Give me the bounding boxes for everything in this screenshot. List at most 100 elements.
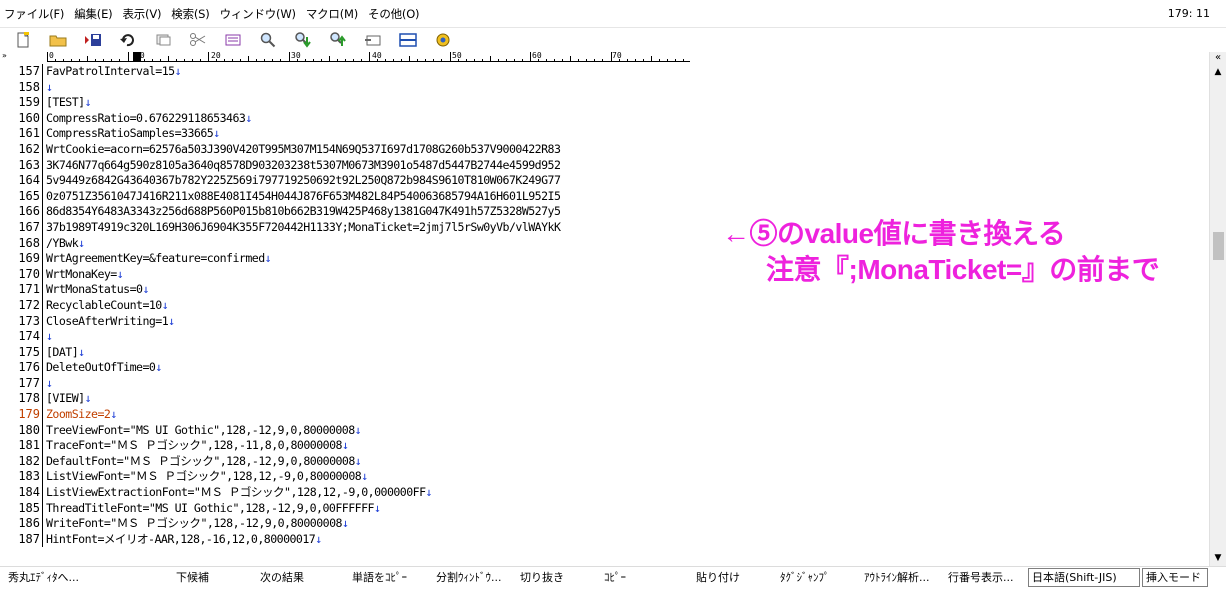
line-text[interactable]: ListViewFont="ＭＳ Ｐゴシック",128,12,-9,0,8000… <box>46 469 368 485</box>
line-text[interactable]: RecyclableCount=10↓ <box>46 298 169 314</box>
line-content[interactable]: CloseAfterWriting=1 <box>46 314 169 328</box>
line-text[interactable]: FavPatrolInterval=15↓ <box>46 64 182 80</box>
line-text[interactable]: ↓ <box>46 80 53 96</box>
line-text[interactable]: ThreadTitleFont="MS UI Gothic",128,-12,9… <box>46 501 381 517</box>
text-line[interactable]: 173 CloseAfterWriting=1↓ <box>0 313 700 330</box>
split-bar-icon[interactable]: « <box>1211 52 1225 66</box>
text-line[interactable]: 185 ThreadTitleFont="MS UI Gothic",128,-1… <box>0 500 700 517</box>
split-window-icon[interactable] <box>397 29 419 51</box>
open-folder-icon[interactable] <box>47 29 69 51</box>
menu-file[interactable]: ファイル(F) <box>0 0 69 28</box>
line-content[interactable]: 37b1989T4919c320L169H306J6904K355F720442… <box>46 220 561 234</box>
text-line[interactable]: 160 CompressRatio=0.676229118653463↓ <box>0 110 700 127</box>
text-line[interactable]: 172 RecyclableCount=10↓ <box>0 297 700 314</box>
line-content[interactable]: 86d8354Y6483A3343z256d688P560P015b810b66… <box>46 204 561 218</box>
line-content[interactable]: DeleteOutOfTime=0 <box>46 360 156 374</box>
text-line[interactable]: 168/YBwk↓ <box>0 235 700 252</box>
line-text[interactable]: ↓ <box>46 376 53 392</box>
line-text[interactable]: ZoomSize=2↓ <box>46 407 117 423</box>
text-line[interactable]: 169 WrtAgreementKey=&feature=confirmed↓ <box>0 251 700 267</box>
menu-edit[interactable]: 編集(E) <box>69 0 117 28</box>
menu-view[interactable]: 表示(V) <box>117 0 166 28</box>
line-text[interactable]: [VIEW]↓ <box>46 391 92 407</box>
line-content[interactable]: 3K746N77q664g590z8105a3640q8578D90320323… <box>46 158 561 172</box>
search-prev-icon[interactable] <box>327 29 349 51</box>
text-line[interactable]: 166 86d8354Y6483A3343z256d688P560P015b810… <box>0 204 700 220</box>
text-line[interactable]: 175 [DAT]↓ <box>0 344 700 361</box>
text-lines[interactable]: 157 FavPatrolInterval=15↓ 158 ↓ 159 [TEST]↓ 16… <box>0 64 700 548</box>
text-line[interactable]: 170 WrtMonaKey=↓ <box>0 266 700 283</box>
line-text[interactable]: CloseAfterWriting=1↓ <box>46 314 175 330</box>
line-content[interactable]: TreeViewFont="MS UI Gothic",128,-12,9,0,… <box>46 423 355 437</box>
text-line[interactable]: 181 TraceFont="ＭＳ Ｐゴシック",128,-11,8,0,8000… <box>0 438 700 454</box>
text-line[interactable]: 180 TreeViewFont="MS UI Gothic",128,-12,9… <box>0 422 700 439</box>
status-encoding[interactable]: 日本語(Shift-JIS) <box>1028 568 1140 587</box>
text-line[interactable]: 162 WrtCookie=acorn=62576a503J390V420T995… <box>0 141 700 158</box>
line-text[interactable]: TreeViewFont="MS UI Gothic",128,-12,9,0,… <box>46 423 362 439</box>
scroll-down-icon[interactable]: ▼ <box>1212 552 1224 564</box>
line-text[interactable]: 3K746N77q664g590z8105a3640q8578D90320323… <box>46 158 561 174</box>
line-text[interactable]: /YBwk↓ <box>46 236 85 252</box>
text-line[interactable]: 177 ↓ <box>0 375 700 392</box>
line-text[interactable]: WrtCookie=acorn=62576a503J390V420T995M30… <box>46 142 561 158</box>
line-content[interactable]: CompressRatioSamples=33665 <box>46 126 214 140</box>
search-icon[interactable] <box>257 29 279 51</box>
text-line[interactable]: 171 WrtMonaStatus=0↓ <box>0 282 700 298</box>
status-next-candidate[interactable]: 下候補 <box>176 567 209 589</box>
status-outline[interactable]: ｱｳﾄﾗｲﾝ解析... <box>864 567 930 589</box>
menu-other[interactable]: その他(O) <box>363 0 424 28</box>
paste-icon[interactable] <box>222 29 244 51</box>
text-line[interactable]: 179 ZoomSize=2↓ <box>0 407 700 423</box>
text-line[interactable]: 163 3K746N77q664g590z8105a3640q8578D90320… <box>0 157 700 174</box>
status-hidemaru-editor[interactable]: 秀丸ｴﾃﾞｨﾀへ... <box>8 567 79 589</box>
line-content[interactable]: DefaultFont="ＭＳ Ｐゴシック",128,-12,9,0,80000… <box>46 454 355 468</box>
line-content[interactable]: WrtCookie=acorn=62576a503J390V420T995M30… <box>46 142 561 156</box>
text-line[interactable]: 161 CompressRatioSamples=33665↓ <box>0 126 700 142</box>
scrollbar-thumb[interactable] <box>1213 232 1224 260</box>
scroll-up-icon[interactable]: ▲ <box>1212 66 1224 78</box>
line-text[interactable]: WrtMonaStatus=0↓ <box>46 282 149 298</box>
line-text[interactable]: 5v9449z6842G43640367b782Y225Z569i7977192… <box>46 173 561 189</box>
line-content[interactable]: RecyclableCount=10 <box>46 298 162 312</box>
line-text[interactable]: [DAT]↓ <box>46 345 85 361</box>
line-text[interactable]: TraceFont="ＭＳ Ｐゴシック",128,-11,8,0,8000000… <box>46 438 349 454</box>
copy-icon[interactable] <box>152 29 174 51</box>
tag-jump-icon[interactable] <box>362 29 384 51</box>
text-line[interactable]: 187 HintFont=メイリオ-AAR,128,-16,12,0,800000… <box>0 531 700 548</box>
status-copy-word[interactable]: 単語をｺﾋﾟｰ <box>352 567 407 589</box>
line-content[interactable]: ListViewFont="ＭＳ Ｐゴシック",128,12,-9,0,8000… <box>46 469 362 483</box>
line-content[interactable]: CompressRatio=0.676229118653463 <box>46 111 246 125</box>
status-cut[interactable]: 切り抜き <box>520 567 564 589</box>
text-line[interactable]: 178 [VIEW]↓ <box>0 391 700 408</box>
text-line[interactable]: 164 5v9449z6842G43640367b782Y225Z569i7977… <box>0 173 700 189</box>
settings-icon[interactable] <box>432 29 454 51</box>
line-content[interactable]: TraceFont="ＭＳ Ｐゴシック",128,-11,8,0,8000000… <box>46 438 342 452</box>
line-content[interactable]: [DAT] <box>46 345 79 359</box>
line-content[interactable]: 5v9449z6842G43640367b782Y225Z569i7977192… <box>46 173 561 187</box>
line-content[interactable]: WrtAgreementKey=&feature=confirmed <box>46 251 265 265</box>
status-line-numbers[interactable]: 行番号表示... <box>948 567 1014 589</box>
save-icon[interactable] <box>82 29 104 51</box>
line-content[interactable]: WrtMonaStatus=0 <box>46 282 143 296</box>
text-line[interactable]: 159 [TEST]↓ <box>0 95 700 111</box>
line-content[interactable]: WriteFont="ＭＳ Ｐゴシック",128,-12,9,0,8000000… <box>46 516 342 530</box>
line-content[interactable]: [VIEW] <box>46 391 85 405</box>
menu-window[interactable]: ウィンドウ(W) <box>215 0 301 28</box>
new-file-icon[interactable] <box>12 29 34 51</box>
line-text[interactable]: WriteFont="ＭＳ Ｐゴシック",128,-12,9,0,8000000… <box>46 516 349 532</box>
line-content[interactable]: [TEST] <box>46 95 85 109</box>
line-content[interactable]: HintFont=メイリオ-AAR,128,-16,12,0,80000017 <box>46 532 316 546</box>
text-line[interactable]: 174 ↓ <box>0 329 700 345</box>
status-tag-jump[interactable]: ﾀｸﾞｼﾞｬﾝﾌﾟ <box>780 567 830 589</box>
line-text[interactable]: ↓ <box>46 329 53 345</box>
line-text[interactable]: HintFont=メイリオ-AAR,128,-16,12,0,80000017↓ <box>46 532 322 548</box>
status-split-window[interactable]: 分割ｳｨﾝﾄﾞｳ... <box>436 567 502 589</box>
text-line[interactable]: 157 FavPatrolInterval=15↓ <box>0 64 700 80</box>
line-text[interactable]: DefaultFont="ＭＳ Ｐゴシック",128,-12,9,0,80000… <box>46 454 362 470</box>
menu-macro[interactable]: マクロ(M) <box>301 0 363 28</box>
line-content[interactable]: ThreadTitleFont="MS UI Gothic",128,-12,9… <box>46 501 374 515</box>
search-next-icon[interactable] <box>292 29 314 51</box>
text-line[interactable]: 165 0z0751Z3561047J416R211x088E4081I454H0… <box>0 188 700 205</box>
line-text[interactable]: WrtAgreementKey=&feature=confirmed↓ <box>46 251 272 267</box>
line-text[interactable]: ListViewExtractionFont="ＭＳ Ｐゴシック",128,12… <box>46 485 433 501</box>
